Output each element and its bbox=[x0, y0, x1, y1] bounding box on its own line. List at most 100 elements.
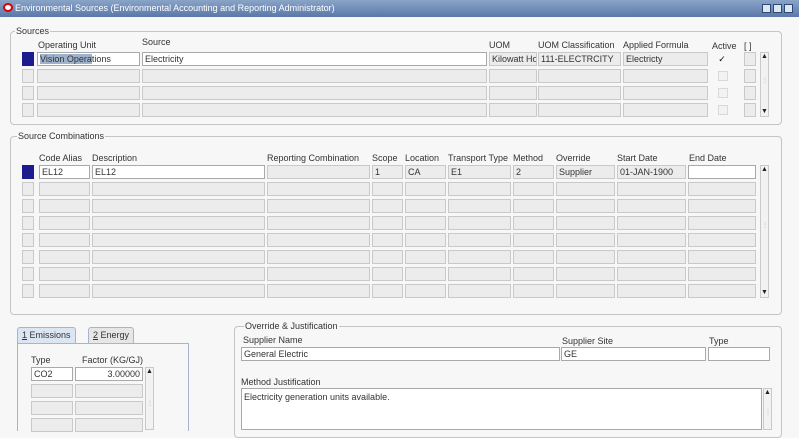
transport-type-field[interactable] bbox=[448, 250, 511, 264]
uom-classification-field[interactable]: 111-ELECTRCITY bbox=[538, 52, 621, 66]
dff-field[interactable] bbox=[744, 86, 756, 100]
reporting-combination-field[interactable] bbox=[267, 233, 370, 247]
scroll-up-arrow-icon[interactable]: ▲ bbox=[761, 53, 768, 61]
reporting-combination-field[interactable] bbox=[267, 165, 370, 179]
start-date-field[interactable] bbox=[617, 199, 686, 213]
reporting-combination-field[interactable] bbox=[267, 216, 370, 230]
operating-unit-field[interactable] bbox=[37, 69, 140, 83]
tab-energy[interactable]: 2 Energy bbox=[88, 327, 135, 343]
scroll-up-arrow-icon[interactable]: ▲ bbox=[761, 166, 768, 174]
scope-field[interactable] bbox=[372, 284, 403, 298]
dff-field[interactable] bbox=[744, 103, 756, 117]
active-checkbox[interactable]: ✓ bbox=[717, 54, 727, 64]
method-field[interactable] bbox=[513, 182, 554, 196]
emission-factor-field[interactable] bbox=[75, 401, 143, 415]
transport-type-field[interactable] bbox=[448, 284, 511, 298]
transport-type-field[interactable] bbox=[448, 216, 511, 230]
method-field[interactable] bbox=[513, 216, 554, 230]
start-date-field[interactable] bbox=[617, 182, 686, 196]
record-indicator[interactable] bbox=[22, 69, 34, 83]
end-date-field[interactable] bbox=[688, 165, 756, 179]
record-indicator[interactable] bbox=[22, 233, 34, 247]
end-date-field[interactable] bbox=[688, 250, 756, 264]
method-justification-field[interactable]: Electricity generation units available. bbox=[241, 388, 762, 430]
record-indicator[interactable] bbox=[22, 284, 34, 298]
scope-field[interactable]: 1 bbox=[372, 165, 403, 179]
active-checkbox[interactable] bbox=[718, 71, 728, 81]
record-indicator[interactable] bbox=[22, 52, 34, 66]
override-field[interactable] bbox=[556, 267, 615, 281]
active-checkbox[interactable] bbox=[718, 88, 728, 98]
transport-type-field[interactable] bbox=[448, 233, 511, 247]
override-field[interactable] bbox=[556, 199, 615, 213]
location-field[interactable] bbox=[405, 199, 446, 213]
transport-type-field[interactable] bbox=[448, 182, 511, 196]
record-indicator[interactable] bbox=[22, 103, 34, 117]
start-date-field[interactable] bbox=[617, 233, 686, 247]
description-field[interactable] bbox=[92, 250, 265, 264]
record-indicator[interactable] bbox=[22, 216, 34, 230]
code-alias-field[interactable] bbox=[39, 267, 90, 281]
applied-formula-field[interactable] bbox=[623, 69, 708, 83]
method-field[interactable] bbox=[513, 250, 554, 264]
location-field[interactable] bbox=[405, 250, 446, 264]
scroll-down-arrow-icon[interactable]: ▼ bbox=[761, 289, 768, 297]
source-combinations-scrollbar[interactable]: ▲ ⋮ ▼ bbox=[760, 165, 769, 298]
uom-field[interactable] bbox=[489, 103, 537, 117]
emissions-scrollbar[interactable]: ▲ ⋮ bbox=[145, 367, 154, 430]
description-field[interactable] bbox=[92, 199, 265, 213]
record-indicator[interactable] bbox=[22, 199, 34, 213]
location-field[interactable] bbox=[405, 284, 446, 298]
location-field[interactable] bbox=[405, 182, 446, 196]
emission-type-field[interactable] bbox=[31, 384, 73, 398]
transport-type-field[interactable]: E1 bbox=[448, 165, 511, 179]
method-justification-scrollbar[interactable]: ▲ ⋮ bbox=[763, 388, 772, 430]
scope-field[interactable] bbox=[372, 216, 403, 230]
emission-factor-field[interactable]: 3.00000 bbox=[75, 367, 143, 381]
dff-field[interactable] bbox=[744, 69, 756, 83]
location-field[interactable] bbox=[405, 267, 446, 281]
tab-emissions[interactable]: 1 Emissions bbox=[17, 327, 76, 343]
applied-formula-field[interactable] bbox=[623, 103, 708, 117]
supplier-name-field[interactable]: General Electric bbox=[241, 347, 560, 361]
sources-scrollbar[interactable]: ▲ ⋮ ▼ bbox=[760, 52, 769, 117]
override-field[interactable] bbox=[556, 284, 615, 298]
source-field[interactable]: Electricity bbox=[142, 52, 487, 66]
method-field[interactable] bbox=[513, 267, 554, 281]
location-field[interactable] bbox=[405, 233, 446, 247]
scroll-up-arrow-icon[interactable]: ▲ bbox=[764, 389, 771, 397]
scope-field[interactable] bbox=[372, 233, 403, 247]
end-date-field[interactable] bbox=[688, 216, 756, 230]
end-date-field[interactable] bbox=[688, 199, 756, 213]
reporting-combination-field[interactable] bbox=[267, 284, 370, 298]
operating-unit-field[interactable]: Vision Operations bbox=[37, 52, 140, 66]
end-date-field[interactable] bbox=[688, 284, 756, 298]
start-date-field[interactable] bbox=[617, 216, 686, 230]
dff-field[interactable] bbox=[744, 52, 756, 66]
description-field[interactable] bbox=[92, 284, 265, 298]
start-date-field[interactable]: 01-JAN-1900 bbox=[617, 165, 686, 179]
operating-unit-field[interactable] bbox=[37, 103, 140, 117]
transport-type-field[interactable] bbox=[448, 267, 511, 281]
reporting-combination-field[interactable] bbox=[267, 199, 370, 213]
scroll-up-arrow-icon[interactable]: ▲ bbox=[146, 368, 153, 376]
start-date-field[interactable] bbox=[617, 284, 686, 298]
description-field[interactable]: EL12 bbox=[92, 165, 265, 179]
end-date-field[interactable] bbox=[688, 233, 756, 247]
active-checkbox[interactable] bbox=[718, 105, 728, 115]
applied-formula-field[interactable] bbox=[623, 86, 708, 100]
scope-field[interactable] bbox=[372, 199, 403, 213]
start-date-field[interactable] bbox=[617, 250, 686, 264]
source-field[interactable] bbox=[142, 103, 487, 117]
end-date-field[interactable] bbox=[688, 182, 756, 196]
source-field[interactable] bbox=[142, 86, 487, 100]
start-date-field[interactable] bbox=[617, 267, 686, 281]
method-field[interactable] bbox=[513, 284, 554, 298]
close-icon[interactable] bbox=[784, 4, 793, 13]
code-alias-field[interactable]: EL12 bbox=[39, 165, 90, 179]
description-field[interactable] bbox=[92, 267, 265, 281]
uom-classification-field[interactable] bbox=[538, 103, 621, 117]
override-field[interactable] bbox=[556, 250, 615, 264]
reporting-combination-field[interactable] bbox=[267, 182, 370, 196]
scope-field[interactable] bbox=[372, 250, 403, 264]
